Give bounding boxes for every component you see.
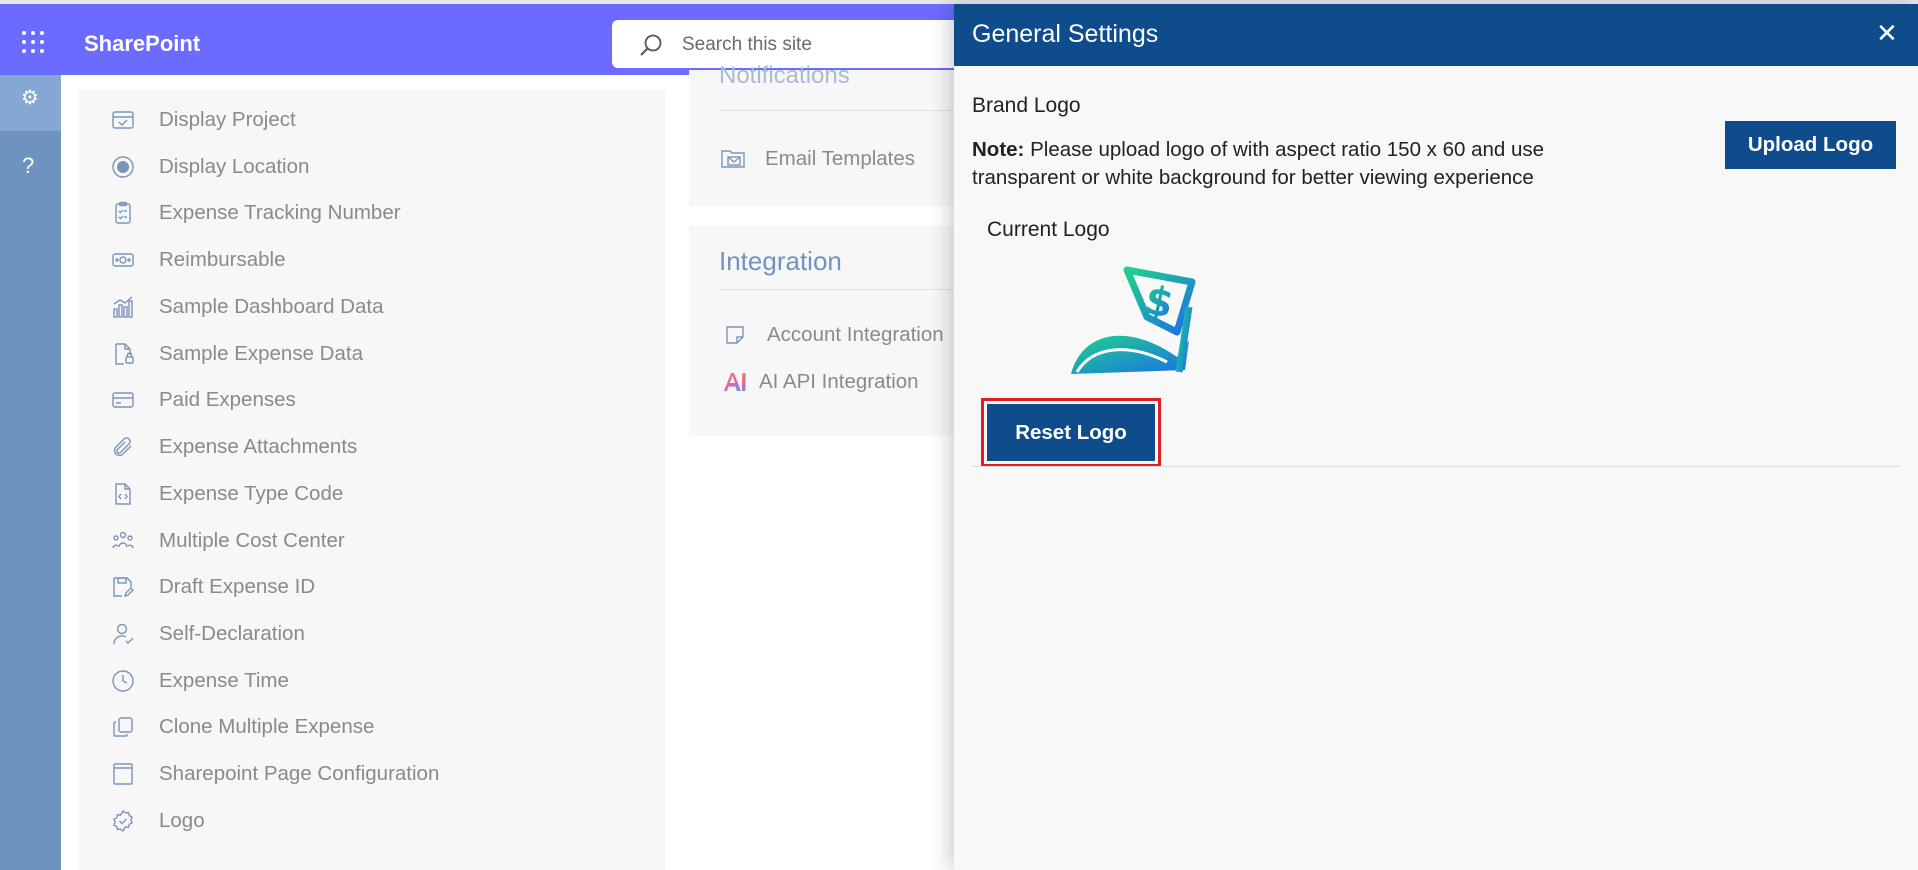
note-prefix: Note: (972, 138, 1025, 161)
clipboard-checklist-icon (109, 199, 137, 227)
reset-logo-button[interactable]: Reset Logo (987, 404, 1155, 461)
list-item-multiple-cost-center[interactable]: Multiple Cost Center (109, 524, 345, 558)
close-icon[interactable]: ✕ (1876, 18, 1898, 49)
document-lock-icon (109, 340, 137, 368)
list-item-self-declaration[interactable]: Self-Declaration (109, 617, 305, 651)
list-item-paid-expenses[interactable]: Paid Expenses (109, 383, 296, 417)
list-item-label: Account Integration (767, 323, 944, 346)
bar-chart-icon (109, 293, 137, 321)
list-item-expense-time[interactable]: Expense Time (109, 664, 289, 698)
list-item-email-templates[interactable]: Email Templates (719, 142, 915, 176)
panel-header: General Settings ✕ (954, 4, 1918, 66)
list-item-expense-tracking-number[interactable]: Expense Tracking Number (109, 196, 401, 230)
list-item-label: Sample Dashboard Data (159, 295, 384, 318)
divider (972, 466, 1900, 467)
list-item-label: Expense Type Code (159, 482, 344, 505)
credit-card-icon (109, 386, 137, 414)
list-item-account-integration[interactable]: Account Integration (721, 318, 944, 352)
panel-title: General Settings (972, 20, 1159, 48)
list-item-label: Paid Expenses (159, 388, 296, 411)
list-item-clone-multiple-expense[interactable]: Clone Multiple Expense (109, 710, 374, 744)
left-rail: ⚙ ? (0, 75, 61, 870)
list-item-label: Expense Time (159, 669, 289, 692)
gear-icon: ⚙ (21, 87, 39, 109)
notifications-heading: Notifications (719, 62, 850, 89)
list-item-label: AI API Integration (759, 370, 919, 393)
brand-logo-label: Brand Logo (972, 94, 1081, 117)
list-item-expense-attachments[interactable]: Expense Attachments (109, 430, 357, 464)
app-launcher-icon[interactable] (22, 31, 46, 55)
list-item-logo[interactable]: Logo (109, 804, 205, 838)
list-item-label: Clone Multiple Expense (159, 715, 375, 738)
integration-heading: Integration (719, 246, 842, 276)
paperclip-icon (109, 433, 137, 461)
upload-logo-button[interactable]: Upload Logo (1725, 121, 1896, 169)
calendar-check-icon (109, 106, 137, 134)
page-layout-icon (109, 760, 137, 788)
list-item-display-project[interactable]: Display Project (109, 103, 296, 137)
notifications-card: Notifications Email Templates (689, 62, 957, 206)
list-item-label: Draft Expense ID (159, 575, 316, 598)
upload-note: Note: Please upload logo of with aspect … (972, 136, 1592, 192)
list-item-label: Self-Declaration (159, 622, 305, 645)
radio-location-icon (109, 153, 137, 181)
save-edit-icon (109, 573, 137, 601)
person-check-icon (109, 620, 137, 648)
list-item-sample-expense-data[interactable]: Sample Expense Data (109, 337, 363, 371)
list-item-label: Reimbursable (159, 248, 286, 271)
divider (719, 289, 957, 290)
list-item-display-location[interactable]: Display Location (109, 150, 309, 184)
divider (719, 110, 957, 111)
help-icon[interactable]: ? (22, 153, 34, 179)
note-text: Please upload logo of with aspect ratio … (972, 138, 1545, 189)
copy-icon (109, 713, 137, 741)
list-item-label: Sample Expense Data (159, 342, 363, 365)
list-item-label: Display Project (159, 108, 296, 131)
settings-rail-item[interactable]: ⚙ (0, 75, 61, 131)
list-item-label: Expense Attachments (159, 435, 358, 458)
list-item-draft-expense-id[interactable]: Draft Expense ID (109, 570, 315, 604)
note-icon (721, 321, 749, 349)
app-brand[interactable]: SharePoint (84, 31, 200, 57)
list-item-label: Email Templates (765, 147, 916, 170)
code-document-icon (109, 480, 137, 508)
list-item-label: Display Location (159, 155, 310, 178)
list-item-label: Multiple Cost Center (159, 529, 345, 552)
list-item-sharepoint-page-configuration[interactable]: Sharepoint Page Configuration (109, 757, 439, 791)
general-settings-panel: General Settings ✕ Brand Logo Note: Plea… (954, 4, 1918, 870)
badge-gear-icon (109, 807, 137, 835)
list-item-reimbursable[interactable]: Reimbursable (109, 243, 285, 277)
integration-card: Integration Account Integration AI API I… (689, 226, 957, 436)
clock-icon (109, 667, 137, 695)
search-icon (640, 34, 662, 56)
list-item-sample-dashboard-data[interactable]: Sample Dashboard Data (109, 290, 384, 324)
search-placeholder: Search this site (682, 34, 812, 55)
people-group-icon (109, 527, 137, 555)
list-item-label: Logo (159, 809, 205, 832)
logo-dollar-glyph: $ (1141, 277, 1178, 328)
email-template-icon (719, 145, 747, 173)
settings-list-panel: Display Project Display Location Expense… (79, 90, 666, 870)
list-item-label: Sharepoint Page Configuration (159, 762, 440, 785)
list-item-expense-type-code[interactable]: Expense Type Code (109, 477, 343, 511)
current-logo-image: $ (1071, 266, 1196, 374)
reset-logo-highlight: Reset Logo (981, 398, 1161, 467)
ai-icon (721, 368, 749, 396)
current-logo-label: Current Logo (987, 218, 1110, 241)
list-item-label: Expense Tracking Number (159, 201, 401, 224)
money-icon (109, 246, 137, 274)
list-item-ai-api-integration[interactable]: AI API Integration (721, 365, 919, 399)
